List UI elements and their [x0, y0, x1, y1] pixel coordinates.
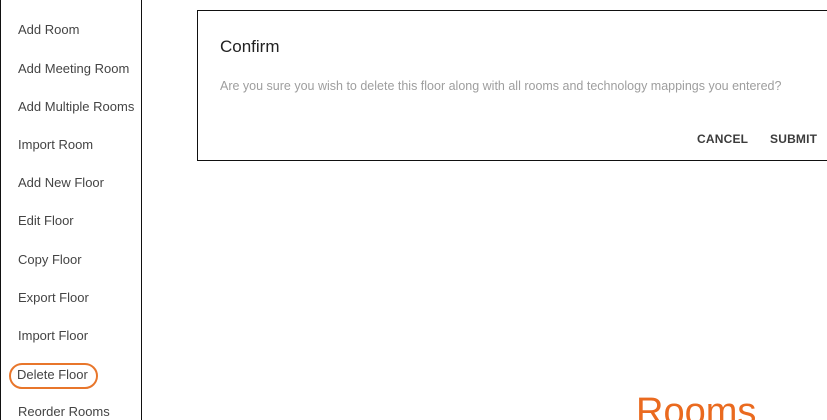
menu-item-edit-floor[interactable]: Edit Floor: [18, 210, 74, 232]
floor-actions-menu: Add Room Add Meeting Room Add Multiple R…: [0, 0, 142, 420]
cancel-button[interactable]: CANCEL: [697, 132, 748, 146]
menu-item-add-room[interactable]: Add Room: [18, 19, 79, 41]
dialog-message: Are you sure you wish to delete this flo…: [220, 79, 782, 93]
menu-item-reorder-rooms[interactable]: Reorder Rooms: [18, 401, 110, 420]
confirm-dialog: Confirm Are you sure you wish to delete …: [197, 10, 827, 161]
menu-item-delete-floor[interactable]: Delete Floor: [9, 363, 98, 389]
menu-item-copy-floor[interactable]: Copy Floor: [18, 249, 82, 271]
dialog-title: Confirm: [220, 37, 280, 56]
rooms-heading: Rooms: [636, 391, 757, 420]
menu-item-add-new-floor[interactable]: Add New Floor: [18, 172, 104, 194]
submit-button[interactable]: SUBMIT: [770, 132, 817, 146]
menu-item-export-floor[interactable]: Export Floor: [18, 287, 89, 309]
menu-item-import-floor[interactable]: Import Floor: [18, 325, 88, 347]
menu-item-import-room[interactable]: Import Room: [18, 134, 93, 156]
menu-item-add-meeting-room[interactable]: Add Meeting Room: [18, 58, 129, 80]
menu-item-add-multiple-rooms[interactable]: Add Multiple Rooms: [18, 96, 134, 118]
page: Add Room Add Meeting Room Add Multiple R…: [0, 0, 827, 420]
